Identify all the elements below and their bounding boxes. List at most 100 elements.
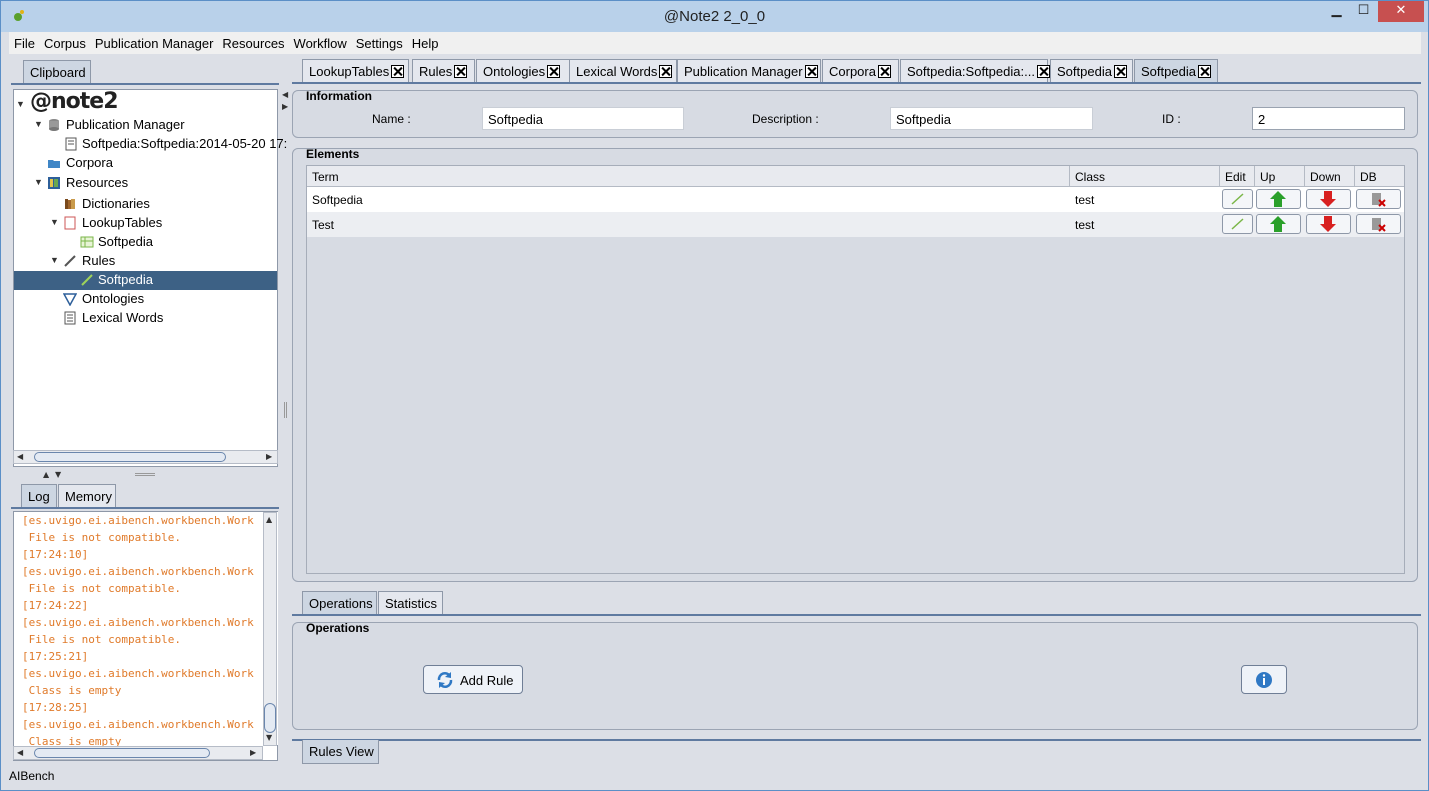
tree-horizontal-scrollbar[interactable]: ◀ ▶ bbox=[13, 450, 278, 464]
menu-resources[interactable]: Resources bbox=[217, 32, 288, 51]
move-down-button[interactable] bbox=[1306, 214, 1351, 234]
tab-operations[interactable]: Operations bbox=[302, 591, 377, 615]
caret-down-icon[interactable]: ▼ bbox=[34, 119, 43, 129]
tab-underline bbox=[292, 82, 1421, 84]
edit-button[interactable] bbox=[1222, 214, 1253, 234]
doc-tab-softpedia-query[interactable]: Softpedia:Softpedia:... bbox=[900, 59, 1050, 83]
menu-help[interactable]: Help bbox=[407, 32, 443, 51]
doc-tab-publication-manager[interactable]: Publication Manager bbox=[677, 59, 821, 83]
move-down-button[interactable] bbox=[1306, 189, 1351, 209]
description-field[interactable]: Softpedia bbox=[890, 107, 1093, 130]
rule-pen-icon bbox=[81, 274, 93, 286]
column-header-up[interactable]: Up bbox=[1255, 166, 1305, 187]
scroll-right-icon[interactable]: ▶ bbox=[266, 452, 272, 461]
id-field[interactable]: 2 bbox=[1252, 107, 1405, 130]
scroll-right-icon[interactable]: ▶ bbox=[250, 748, 256, 757]
doc-tab-corpora[interactable]: Corpora bbox=[822, 59, 899, 83]
scroll-thumb[interactable] bbox=[34, 452, 226, 462]
doc-tab-rules[interactable]: Rules bbox=[412, 59, 475, 83]
log-vertical-scrollbar[interactable]: ▲ ▼ bbox=[263, 512, 277, 746]
scroll-thumb[interactable] bbox=[264, 703, 276, 733]
collapse-up-icon[interactable]: ▲ bbox=[43, 470, 49, 479]
tree-item-softpedia-query[interactable]: Softpedia:Softpedia:2014-05-20 17: bbox=[14, 135, 287, 154]
column-header-class[interactable]: Class bbox=[1070, 166, 1220, 187]
doc-tab-softpedia[interactable]: Softpedia bbox=[1050, 59, 1133, 83]
window-title: @Note2 2_0_0 bbox=[663, 8, 766, 25]
info-button[interactable] bbox=[1241, 665, 1287, 694]
table-row[interactable]: Softpedia test bbox=[307, 187, 1404, 212]
delete-db-button[interactable] bbox=[1356, 214, 1401, 234]
menu-settings[interactable]: Settings bbox=[351, 32, 407, 51]
information-group: Information Name : Softpedia Description… bbox=[292, 89, 1418, 138]
delete-db-button[interactable] bbox=[1356, 189, 1401, 209]
tab-clipboard[interactable]: Clipboard bbox=[23, 60, 91, 84]
move-up-button[interactable] bbox=[1256, 214, 1301, 234]
menu-corpus[interactable]: Corpus bbox=[39, 32, 90, 51]
collapse-down-icon[interactable]: ▼ bbox=[55, 470, 61, 479]
collapse-left-icon[interactable]: ◀ bbox=[282, 90, 288, 99]
add-rule-button[interactable]: Add Rule bbox=[423, 665, 523, 694]
close-tab-icon[interactable] bbox=[1197, 65, 1211, 78]
log-line: [17:28:25] bbox=[22, 701, 89, 714]
name-field[interactable]: Softpedia bbox=[482, 107, 684, 130]
scroll-thumb[interactable] bbox=[34, 748, 210, 758]
close-tab-icon[interactable] bbox=[804, 65, 818, 78]
doc-tab-lexical-words[interactable]: Lexical Words bbox=[569, 59, 677, 83]
caret-down-icon[interactable]: ▼ bbox=[50, 255, 59, 265]
close-tab-icon[interactable] bbox=[547, 65, 561, 78]
tab-log[interactable]: Log bbox=[21, 484, 57, 508]
table-row[interactable]: Test test bbox=[307, 212, 1404, 237]
edit-button[interactable] bbox=[1222, 189, 1253, 209]
scroll-up-icon[interactable]: ▲ bbox=[266, 515, 272, 524]
menu-publication-manager[interactable]: Publication Manager bbox=[90, 32, 218, 51]
maximize-button[interactable]: ☐ bbox=[1350, 1, 1377, 22]
close-tab-icon[interactable] bbox=[1036, 65, 1050, 78]
doc-tab-lookuptables[interactable]: LookupTables bbox=[302, 59, 409, 83]
menu-workflow[interactable]: Workflow bbox=[289, 32, 351, 51]
main-splitter[interactable]: ◀ ▶ bbox=[280, 84, 290, 764]
expand-right-icon[interactable]: ▶ bbox=[282, 102, 288, 111]
class-cell: test bbox=[1075, 193, 1095, 207]
tab-rules-view[interactable]: Rules View bbox=[302, 740, 379, 764]
scroll-left-icon[interactable]: ◀ bbox=[17, 452, 23, 461]
minimize-button[interactable]: ▁ bbox=[1323, 1, 1350, 22]
close-tab-icon[interactable] bbox=[454, 65, 468, 78]
tab-statistics[interactable]: Statistics bbox=[378, 591, 443, 615]
column-header-term[interactable]: Term bbox=[307, 166, 1070, 187]
tree-item-rule-softpedia[interactable]: Softpedia bbox=[14, 271, 277, 290]
tab-memory[interactable]: Memory bbox=[58, 484, 116, 508]
column-header-edit[interactable]: Edit bbox=[1220, 166, 1255, 187]
tree-item-dictionaries[interactable]: Dictionaries bbox=[14, 195, 277, 214]
tree-label: Lexical Words bbox=[82, 310, 164, 325]
close-tab-icon[interactable] bbox=[1113, 65, 1127, 78]
tree-item-lookuptables[interactable]: ▼ LookupTables bbox=[14, 214, 277, 233]
doc-tab-ontologies[interactable]: Ontologies bbox=[476, 59, 575, 83]
caret-down-icon[interactable]: ▼ bbox=[16, 99, 25, 109]
tree-item-resources[interactable]: ▼ Resources bbox=[14, 174, 277, 193]
log-horizontal-scrollbar[interactable]: ◀ ▶ bbox=[13, 746, 263, 760]
tree-label: Publication Manager bbox=[66, 117, 185, 132]
caret-down-icon[interactable]: ▼ bbox=[34, 177, 43, 187]
tree-item-lexical-words[interactable]: Lexical Words bbox=[14, 309, 277, 328]
term-cell: Softpedia bbox=[312, 193, 363, 207]
column-header-down[interactable]: Down bbox=[1305, 166, 1355, 187]
tree-item-rules[interactable]: ▼ Rules bbox=[14, 252, 277, 271]
menu-file[interactable]: File bbox=[9, 32, 39, 51]
scroll-left-icon[interactable]: ◀ bbox=[17, 748, 23, 757]
vertical-splitter-handle[interactable]: ▲ ▼ bbox=[39, 470, 259, 479]
tree-item-lookuptable-softpedia[interactable]: Softpedia bbox=[14, 233, 277, 252]
caret-down-icon[interactable]: ▼ bbox=[50, 217, 59, 227]
arrow-up-icon bbox=[1270, 216, 1286, 232]
doc-tab-softpedia-active[interactable]: Softpedia bbox=[1134, 59, 1218, 83]
close-tab-icon[interactable] bbox=[391, 65, 405, 78]
tree-item-publication-manager[interactable]: ▼ Publication Manager bbox=[14, 116, 277, 135]
close-tab-icon[interactable] bbox=[659, 65, 673, 78]
move-up-button[interactable] bbox=[1256, 189, 1301, 209]
tree-item-ontologies[interactable]: Ontologies bbox=[14, 290, 277, 309]
tree-root[interactable]: ▼ @note2 bbox=[14, 89, 277, 116]
tree-item-corpora[interactable]: Corpora bbox=[14, 154, 277, 173]
column-header-db[interactable]: DB bbox=[1355, 166, 1404, 187]
scroll-down-icon[interactable]: ▼ bbox=[266, 733, 272, 742]
close-button[interactable]: ✕ bbox=[1378, 1, 1424, 22]
close-tab-icon[interactable] bbox=[877, 65, 891, 78]
